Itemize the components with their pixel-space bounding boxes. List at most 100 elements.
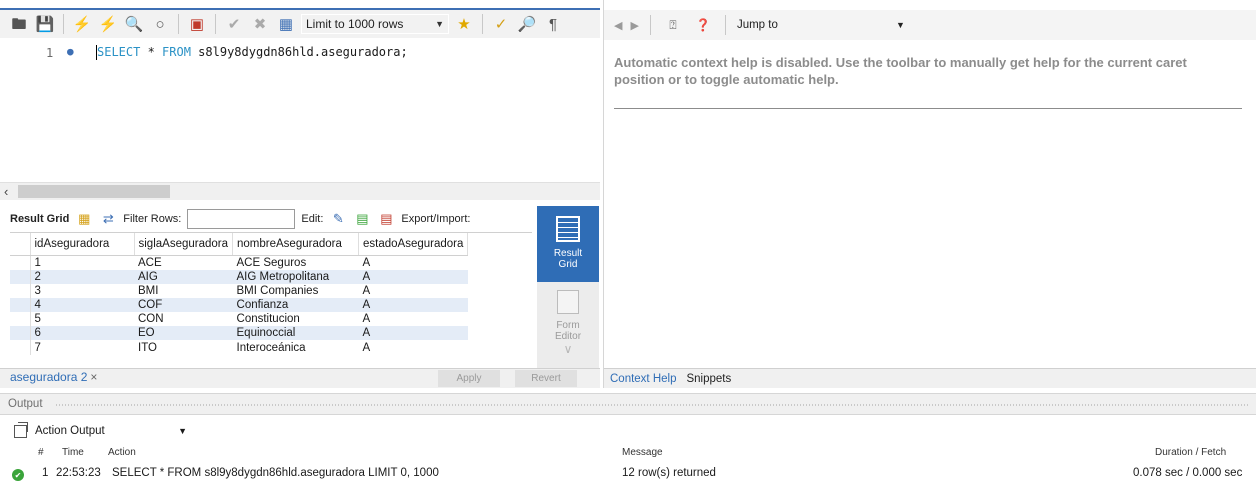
cell[interactable]: A: [358, 255, 468, 270]
cell[interactable]: AIG: [134, 269, 233, 284]
cell[interactable]: 6: [30, 326, 134, 341]
sql-editor[interactable]: 1 ● SELECT * FROM s8l9y8dygdn86hld.asegu…: [0, 40, 600, 180]
panel-grip[interactable]: [56, 404, 1250, 406]
cell[interactable]: 7: [30, 340, 134, 355]
context-help-message: Automatic context help is disabled. Use …: [614, 55, 1187, 87]
invisible-chars-icon[interactable]: ¶: [542, 13, 564, 35]
sql-statement[interactable]: SELECT * FROM s8l9y8dygdn86hld.asegurado…: [97, 45, 408, 59]
table-row[interactable]: 7 ITO Interoceánica A: [10, 340, 468, 355]
cell[interactable]: A: [358, 269, 468, 284]
open-folder-icon[interactable]: 🖿: [8, 13, 30, 35]
output-type-select[interactable]: Action Output ▼: [35, 421, 195, 441]
cell[interactable]: A: [358, 312, 468, 327]
cell[interactable]: A: [358, 326, 468, 341]
cell[interactable]: 3: [30, 283, 134, 298]
limit-rows-select[interactable]: Limit to 1000 rows ▼: [301, 14, 449, 34]
row-gutter[interactable]: [10, 326, 31, 341]
divider: [614, 108, 1242, 109]
forward-icon[interactable]: ▶: [630, 19, 638, 32]
jump-to-label: Jump to: [736, 19, 778, 31]
tab-snippets[interactable]: Snippets: [686, 373, 731, 385]
form-editor-view-button[interactable]: Form Editor ∨: [537, 286, 599, 366]
cell[interactable]: A: [358, 283, 468, 298]
cell[interactable]: A: [358, 297, 468, 313]
cell[interactable]: A: [358, 340, 468, 355]
row-gutter[interactable]: [10, 340, 31, 355]
horizontal-scrollbar[interactable]: ‹: [0, 182, 600, 200]
column-header[interactable]: siglaAseguradora: [134, 233, 234, 256]
cell[interactable]: ACE Seguros: [232, 255, 359, 270]
scroll-left-icon[interactable]: ‹: [4, 184, 8, 199]
rollback-icon[interactable]: ✖: [249, 13, 271, 35]
back-icon[interactable]: ◀: [614, 19, 622, 32]
close-icon[interactable]: ×: [90, 370, 97, 384]
row-gutter[interactable]: [10, 312, 31, 327]
col-action-header: Action: [108, 447, 136, 458]
cell[interactable]: 5: [30, 312, 134, 327]
output-log-row[interactable]: ✔ 1 22:53:23 SELECT * FROM s8l9y8dygdn86…: [0, 466, 1256, 484]
manual-help-icon[interactable]: ⍰: [662, 14, 684, 36]
favorites-icon[interactable]: ★: [453, 13, 475, 35]
table-row[interactable]: 6 EO Equinoccial A: [10, 326, 468, 341]
cell[interactable]: Constitucion: [232, 312, 359, 327]
column-header[interactable]: nombreAseguradora: [232, 233, 360, 256]
cell[interactable]: EO: [134, 326, 233, 341]
row-gutter[interactable]: [10, 297, 31, 313]
revert-button[interactable]: Revert: [515, 370, 577, 387]
cell[interactable]: Interoceánica: [232, 340, 359, 355]
result-grid-view-button[interactable]: Result Grid: [537, 206, 599, 282]
cell[interactable]: 4: [30, 297, 134, 313]
jump-to-select[interactable]: Jump to ▼: [737, 15, 911, 35]
row-gutter[interactable]: [10, 283, 31, 298]
save-icon[interactable]: 💾: [34, 13, 56, 35]
execute-icon[interactable]: ⚡: [71, 13, 93, 35]
limit-rows-label: Limit to 1000 rows: [306, 17, 404, 31]
cell[interactable]: Equinoccial: [232, 326, 359, 341]
cell[interactable]: 1: [30, 255, 134, 270]
table-row[interactable]: 1 ACE ACE Seguros A: [10, 255, 468, 270]
row-gutter[interactable]: [10, 255, 31, 270]
edit-row-icon[interactable]: ✎: [329, 211, 347, 227]
commit-icon[interactable]: ✔: [223, 13, 245, 35]
cell[interactable]: Confianza: [232, 297, 359, 313]
auto-help-icon[interactable]: ❓: [692, 14, 714, 36]
column-header[interactable]: idAseguradora: [30, 233, 135, 256]
table-row[interactable]: 2 AIG AIG Metropolitana A: [10, 269, 468, 284]
result-grid[interactable]: idAseguradora siglaAseguradora nombreAse…: [10, 232, 532, 368]
cell[interactable]: ACE: [134, 255, 233, 270]
filter-rows-input[interactable]: [187, 209, 296, 229]
cell[interactable]: BMI: [134, 283, 233, 298]
column-header[interactable]: estadoAseguradora: [358, 233, 469, 256]
scrollbar-thumb[interactable]: [18, 185, 170, 198]
toolbar-separator: [178, 14, 179, 34]
tab-context-help[interactable]: Context Help: [610, 373, 676, 385]
chevron-down-icon[interactable]: ∨: [564, 343, 573, 355]
cell[interactable]: BMI Companies: [232, 283, 359, 298]
row-gutter[interactable]: [10, 269, 31, 284]
apply-button[interactable]: Apply: [438, 370, 500, 387]
find-icon[interactable]: 🔎: [516, 13, 538, 35]
table-row[interactable]: 5 CON Constitucion A: [10, 312, 468, 327]
chevron-down-icon: ▼: [896, 20, 905, 30]
cell[interactable]: ITO: [134, 340, 233, 355]
table-row[interactable]: 3 BMI BMI Companies A: [10, 283, 468, 298]
stop-icon[interactable]: ○: [149, 13, 171, 35]
toggle-error-icon[interactable]: ▣: [186, 13, 208, 35]
cell[interactable]: CON: [134, 312, 233, 327]
tab-aseguradora-2[interactable]: aseguradora 2 ×: [10, 370, 97, 384]
execute-current-icon[interactable]: ⚡: [97, 13, 119, 35]
line-number: 1: [46, 46, 54, 60]
autocommit-icon[interactable]: ▦: [275, 13, 297, 35]
filter-rows-label: Filter Rows:: [123, 213, 182, 225]
cell[interactable]: COF: [134, 297, 233, 313]
explain-icon[interactable]: 🔍: [123, 13, 145, 35]
cell[interactable]: 2: [30, 269, 134, 284]
table-row[interactable]: 4 COF Confianza A: [10, 297, 468, 313]
beautify-icon[interactable]: ✓: [490, 13, 512, 35]
add-row-icon[interactable]: ▤: [353, 211, 371, 227]
grid-layout-icon[interactable]: ▦: [75, 211, 93, 227]
query-pane: 🖿 💾 ⚡ ⚡ 🔍 ○ ▣ ✔ ✖ ▦ Limit to 1000 rows ▼…: [0, 0, 600, 388]
copy-icon[interactable]: [14, 421, 28, 438]
cell[interactable]: AIG Metropolitana: [232, 269, 359, 284]
delete-row-icon[interactable]: ▤: [377, 211, 395, 227]
